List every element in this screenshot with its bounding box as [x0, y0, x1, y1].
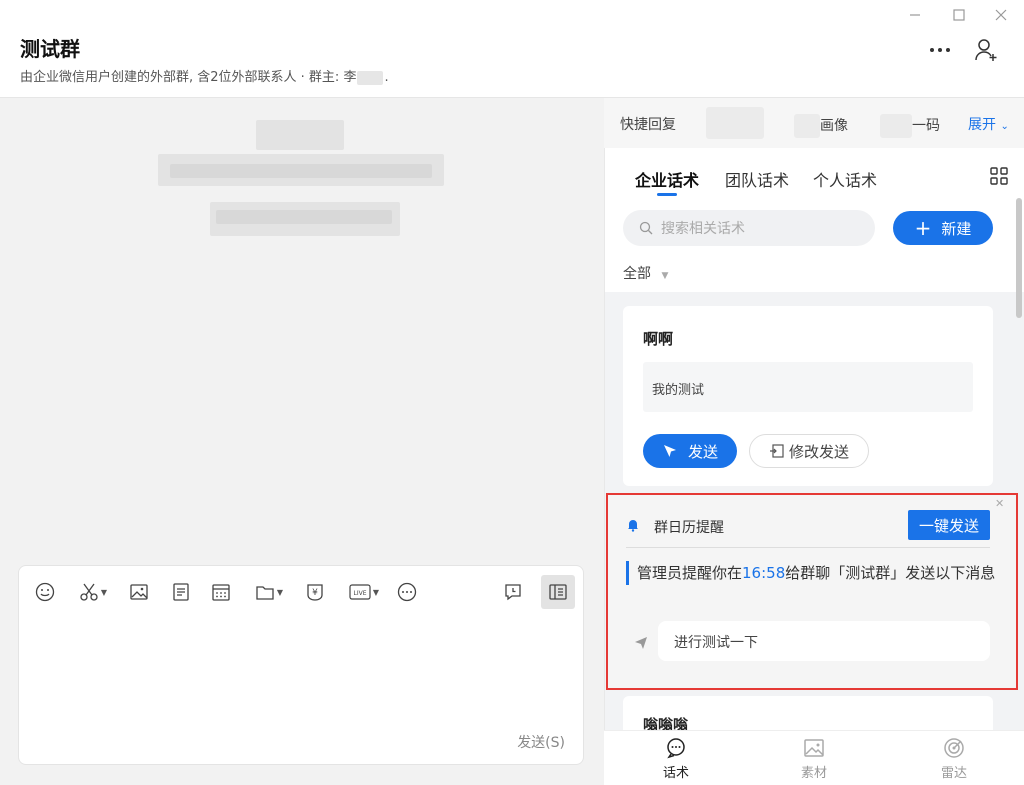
- active-tab-indicator: [657, 193, 677, 196]
- portrait-tab-label: 画像: [820, 118, 848, 134]
- nav-materials-label: 素材: [800, 766, 827, 781]
- search-input[interactable]: 搜索相关话术: [623, 210, 875, 246]
- send-button-hint[interactable]: 发送(S): [517, 732, 565, 752]
- code-tab-label: 一码: [912, 118, 940, 134]
- search-icon: [639, 221, 653, 235]
- nav-radar[interactable]: 雷达: [924, 737, 984, 781]
- send-script-button[interactable]: 发送: [643, 434, 737, 468]
- send-script-label: 发送: [687, 442, 718, 461]
- reminder-title: 群日历提醒: [654, 520, 724, 536]
- scissors-icon[interactable]: ▼: [73, 580, 113, 604]
- quick-bar: 快捷回复 画像 一码 展开 ⌄: [604, 98, 1024, 148]
- chat-bubble-icon: [667, 738, 685, 759]
- sidebar-panel-icon[interactable]: [541, 575, 575, 609]
- cursor-icon: [663, 445, 676, 457]
- subtitle-text: 由企业微信用户创建的外部群, 含2位外部联系人 · 群主: 李: [20, 70, 357, 85]
- radar-icon: [944, 738, 964, 758]
- blurred-label: [794, 114, 820, 138]
- reminder-message: 管理员提醒你在16:58给群聊「测试群」发送以下消息: [626, 561, 996, 585]
- reminder-text: 给群聊「测试群」发送以下消息: [785, 564, 996, 582]
- panel-scrollbar[interactable]: [1016, 198, 1022, 318]
- script-card-body: 我的测试: [643, 362, 973, 412]
- tab-personal-scripts[interactable]: 个人话术: [813, 167, 877, 191]
- reminder-quoted-message: 进行测试一下: [658, 621, 990, 661]
- more-icon[interactable]: [926, 36, 954, 64]
- portrait-tab[interactable]: 画像: [794, 114, 848, 138]
- quickbar-blurred-item[interactable]: [706, 107, 764, 139]
- caret-down-icon: ▼: [661, 271, 669, 281]
- live-icon[interactable]: LIVE ▼: [345, 580, 383, 604]
- code-tab[interactable]: 一码: [880, 114, 940, 138]
- reminder-time: 16:58: [742, 564, 786, 582]
- filter-label: 全部: [623, 266, 651, 282]
- emoji-icon[interactable]: [33, 580, 57, 604]
- blurred-message: [170, 164, 432, 178]
- panel-header: 企业话术 团队话术 个人话术 搜索相关话术 + 新建 全部 ▼: [605, 148, 1024, 292]
- calendar-icon[interactable]: [209, 580, 233, 604]
- script-card: 啊啊 我的测试 发送 修改发送: [623, 306, 993, 486]
- tab-team-scripts[interactable]: 团队话术: [725, 167, 789, 191]
- calendar-reminder-popup: 群日历提醒 一键发送 ✕ 管理员提醒你在16:58给群聊「测试群」发送以下消息 …: [606, 493, 1018, 690]
- chat-history-icon[interactable]: [501, 580, 525, 604]
- maximize-icon[interactable]: [948, 4, 970, 26]
- chat-title: 测试群: [20, 37, 80, 61]
- script-card-title: 啊啊: [643, 330, 674, 348]
- blurred-message: [256, 120, 344, 150]
- edit-send-button[interactable]: 修改发送: [749, 434, 869, 468]
- edit-send-label: 修改发送: [788, 442, 849, 461]
- close-icon[interactable]: [990, 4, 1012, 26]
- one-click-send-button[interactable]: 一键发送: [908, 510, 990, 540]
- svg-text:¥: ¥: [312, 588, 318, 598]
- bottom-navigation: 话术 素材 雷达: [604, 730, 1024, 785]
- document-icon[interactable]: [169, 580, 193, 604]
- new-script-button[interactable]: + 新建: [893, 211, 993, 245]
- search-placeholder: 搜索相关话术: [661, 221, 745, 237]
- svg-text:LIVE: LIVE: [353, 590, 366, 597]
- divider: [626, 547, 990, 548]
- nav-materials[interactable]: 素材: [784, 737, 844, 781]
- nav-radar-label: 雷达: [940, 766, 967, 781]
- plus-icon: +: [914, 216, 932, 240]
- minimize-icon[interactable]: [904, 4, 926, 26]
- owner-name-blur: [357, 70, 384, 85]
- subtitle-suffix: .: [384, 70, 389, 85]
- expand-toggle[interactable]: 展开 ⌄: [968, 114, 1009, 134]
- close-icon[interactable]: ✕: [995, 497, 1004, 510]
- expand-label: 展开: [968, 117, 996, 133]
- blurred-message: [216, 210, 392, 224]
- add-member-icon[interactable]: [972, 36, 1002, 64]
- red-packet-icon[interactable]: ¥: [303, 580, 327, 604]
- send-plane-icon: [634, 635, 648, 654]
- nav-scripts-label: 话术: [662, 766, 689, 781]
- new-script-label: 新建: [941, 219, 972, 238]
- reminder-text: 管理员提醒你在: [637, 564, 743, 582]
- bell-icon: [626, 517, 640, 536]
- edit-icon: [769, 444, 784, 458]
- chat-subtitle: 由企业微信用户创建的外部群, 含2位外部联系人 · 群主: 李.: [20, 66, 389, 85]
- quick-reply-tab[interactable]: 快捷回复: [620, 114, 676, 134]
- category-filter[interactable]: 全部 ▼: [623, 263, 668, 283]
- message-composer[interactable]: ▼ ▼ ¥ LIVE ▼ 发送(S): [18, 565, 584, 765]
- more-icon[interactable]: [395, 580, 419, 604]
- nav-scripts[interactable]: 话术: [646, 737, 706, 781]
- chevron-down-icon: ⌄: [1000, 121, 1009, 132]
- folder-icon[interactable]: ▼: [249, 580, 289, 604]
- grid-view-icon[interactable]: [989, 166, 1009, 186]
- tab-enterprise-scripts[interactable]: 企业话术: [635, 167, 699, 191]
- blurred-label: [880, 114, 912, 138]
- image-icon[interactable]: [127, 580, 151, 604]
- image-icon: [804, 739, 824, 757]
